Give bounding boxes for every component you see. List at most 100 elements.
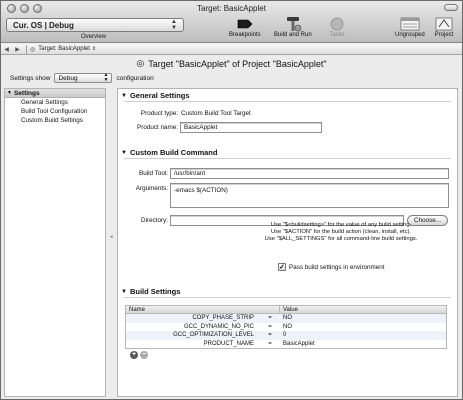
- build-settings-table: Name Value COPY_PHASE_STRIP = NO GCC_DYN…: [125, 305, 447, 349]
- setting-name: GCC_OPTIMIZATION_LEVEL: [173, 332, 254, 338]
- section-divider: [124, 297, 451, 298]
- configuration-popup[interactable]: Debug ▲ ▼: [54, 72, 113, 83]
- table-row[interactable]: PRODUCT_NAME = BasicApplet: [126, 340, 446, 349]
- target-icon: ◎: [30, 46, 36, 53]
- overview-label: Overview: [81, 34, 107, 40]
- product-type-value: Custom Build Tool Target: [181, 110, 251, 117]
- help-line: Use "$<buildsetting>" for the value of a…: [270, 222, 412, 228]
- custom-build-section-title[interactable]: ▼ Custom Build Command: [121, 148, 217, 157]
- column-header-value[interactable]: Value: [280, 306, 298, 313]
- setting-value: 0: [283, 332, 287, 338]
- window-title: Target: BasicApplet: [197, 4, 266, 13]
- build-settings-section-title[interactable]: ▼ Build Settings: [121, 287, 180, 296]
- toolbar-toggle-button[interactable]: [444, 4, 458, 11]
- setting-equals: =: [268, 323, 272, 330]
- pass-settings-row: ✓ Pass build settings in environment: [278, 263, 385, 271]
- table-header: Name Value: [126, 306, 446, 314]
- setting-equals: =: [268, 315, 272, 321]
- project-button[interactable]: Project: [434, 16, 454, 38]
- arguments-field[interactable]: -emacs $(ACTION): [170, 183, 449, 208]
- custom-build-title: Custom Build Command: [129, 148, 218, 157]
- setting-value: NO: [283, 315, 292, 321]
- setting-name: GCC_DYNAMIC_NO_PIC: [183, 323, 254, 330]
- breakpoint-icon: [235, 16, 255, 32]
- disclosure-triangle-icon[interactable]: ▼: [7, 90, 12, 96]
- overview-value: Cur. OS | Debug: [13, 20, 74, 30]
- setting-value: NO: [283, 323, 292, 330]
- title-bar: Target: BasicApplet Cur. OS | Debug ▲ ▼ O…: [1, 1, 462, 43]
- popup-arrows-icon: ▲ ▼: [171, 19, 177, 31]
- build-command-help: Use "$<buildsetting>" for the value of a…: [224, 222, 458, 243]
- sidebar-header-label: Settings: [13, 89, 40, 97]
- build-tool-label: Build Tool:: [139, 170, 168, 177]
- setting-name: PRODUCT_NAME: [203, 340, 254, 347]
- breakpoints-button[interactable]: Breakpoints: [229, 16, 261, 38]
- popup-arrows-icon: ▲ ▼: [103, 72, 109, 83]
- build-and-run-button[interactable]: Build and Run: [274, 16, 312, 38]
- build-tool-field[interactable]: /usr/bin/ant: [170, 168, 449, 179]
- setting-value: BasicApplet: [283, 340, 315, 347]
- setting-equals: =: [268, 340, 272, 347]
- pathbar-divider: [26, 44, 27, 54]
- splitter-handle-icon[interactable]: ◂: [110, 234, 113, 240]
- directory-label: Directory:: [141, 217, 168, 224]
- back-arrow-icon[interactable]: ◀: [4, 46, 9, 53]
- product-type-label: Product type:: [140, 110, 178, 117]
- crumb-popup-arrows-icon[interactable]: ⇕: [92, 46, 96, 52]
- ungrouped-icon: [400, 16, 420, 32]
- target-icon: ◎: [136, 58, 145, 68]
- sidebar-item-general-settings[interactable]: General Settings: [5, 98, 105, 107]
- section-divider: [124, 158, 451, 159]
- add-setting-icon[interactable]: +: [130, 351, 138, 359]
- path-crumb[interactable]: Target: BasicApplet: [38, 46, 90, 52]
- remove-setting-icon[interactable]: −: [140, 351, 148, 359]
- disclosure-triangle-icon[interactable]: ▼: [121, 93, 127, 99]
- add-remove-controls: + −: [130, 351, 148, 359]
- project-label: Project: [434, 32, 454, 38]
- tasks-label: Tasks: [329, 32, 345, 38]
- general-settings-section-title[interactable]: ▼ General Settings: [121, 91, 190, 100]
- pass-settings-label[interactable]: Pass build settings in environment: [289, 264, 385, 271]
- product-name-label: Product name:: [137, 124, 178, 131]
- split-view-divider[interactable]: ◂: [106, 88, 117, 397]
- pass-settings-checkbox[interactable]: ✓: [278, 263, 286, 271]
- ungrouped-button[interactable]: Ungrouped: [395, 16, 425, 38]
- disclosure-triangle-icon[interactable]: ▼: [121, 289, 127, 295]
- table-row[interactable]: GCC_DYNAMIC_NO_PIC = NO: [126, 323, 446, 332]
- setting-name: COPY_PHASE_STRIP: [192, 315, 254, 321]
- settings-pane: ▼ General Settings Product type: Custom …: [117, 88, 458, 397]
- help-line: Use "$ALL_SETTINGS" for all command-line…: [264, 236, 418, 242]
- column-header-name[interactable]: Name: [126, 306, 280, 313]
- disclosure-triangle-icon[interactable]: ▼: [121, 150, 127, 156]
- hammer-icon: [283, 16, 303, 32]
- sidebar-item-custom-build-settings[interactable]: Custom Build Settings: [5, 116, 105, 125]
- table-row[interactable]: COPY_PHASE_STRIP = NO: [126, 314, 446, 323]
- section-divider: [124, 101, 451, 102]
- path-bar: ◀ ▶ ◎ Target: BasicApplet ⇕: [1, 44, 462, 55]
- sidebar-item-build-tool-configuration[interactable]: Build Tool Configuration: [5, 107, 105, 116]
- settings-show-label: Settings show: [10, 74, 51, 82]
- build-settings-title: Build Settings: [129, 287, 181, 296]
- project-icon: [434, 16, 454, 32]
- overview-popup[interactable]: Cur. OS | Debug ▲ ▼: [6, 18, 184, 32]
- product-name-field[interactable]: BasicApplet: [180, 122, 322, 133]
- forward-arrow-icon[interactable]: ▶: [15, 46, 20, 53]
- help-line: Use "$ACTION" for the build action (clea…: [270, 229, 412, 235]
- target-info-window: Target: BasicApplet Cur. OS | Debug ▲ ▼ O…: [0, 0, 463, 400]
- history-nav: ◀ ▶: [1, 46, 23, 53]
- page-title: ◎ Target "BasicApplet" of Project "Basic…: [1, 56, 462, 71]
- sidebar-header[interactable]: ▼ Settings: [5, 89, 105, 98]
- ungrouped-label: Ungrouped: [395, 32, 425, 38]
- arguments-label: Arguments:: [135, 185, 168, 192]
- tasks-button[interactable]: Tasks: [327, 16, 347, 38]
- settings-sidebar: ▼ Settings General Settings Build Tool C…: [4, 88, 106, 397]
- build-and-run-label: Build and Run: [274, 32, 312, 38]
- table-row[interactable]: GCC_OPTIMIZATION_LEVEL = 0: [126, 331, 446, 340]
- stop-sign-icon: [327, 16, 347, 32]
- page-title-text: Target "BasicApplet" of Project "BasicAp…: [148, 58, 327, 69]
- setting-equals: =: [268, 332, 272, 338]
- configuration-suffix: configuration: [116, 74, 154, 82]
- configuration-value: Debug: [58, 74, 78, 82]
- configuration-row: Settings show Debug ▲ ▼ configuration: [10, 73, 154, 83]
- breakpoints-label: Breakpoints: [229, 32, 261, 38]
